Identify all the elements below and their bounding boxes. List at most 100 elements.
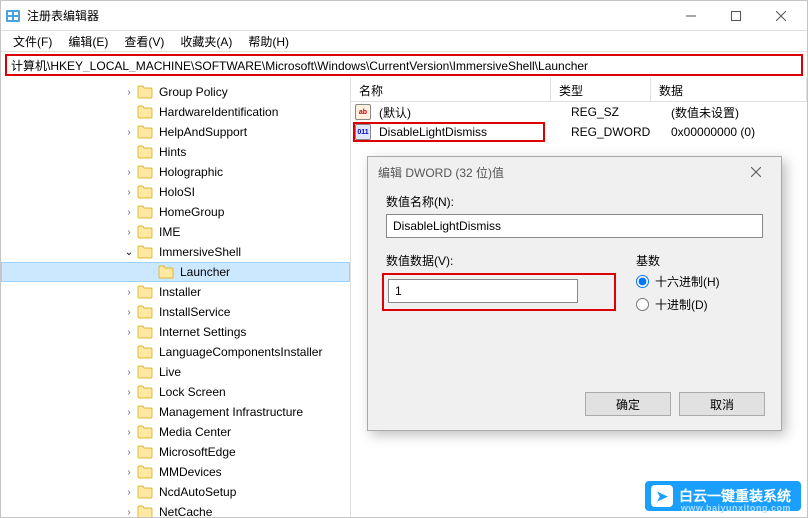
expander-icon (121, 344, 137, 360)
tree-label: NcdAutoSetup (157, 485, 238, 499)
col-header-data[interactable]: 数据 (651, 78, 807, 101)
tree-item-live[interactable]: › Live (1, 362, 350, 382)
tree-item-ncdautosetup[interactable]: › NcdAutoSetup (1, 482, 350, 502)
expander-icon[interactable]: › (121, 204, 137, 220)
expander-icon[interactable]: › (121, 304, 137, 320)
expander-icon[interactable]: ⌄ (121, 244, 137, 260)
address-bar[interactable] (5, 54, 803, 76)
expander-icon[interactable]: › (121, 384, 137, 400)
tree-item-microsoftedge[interactable]: ›MicrosoftEdge (1, 442, 350, 462)
expander-icon (121, 144, 137, 160)
minimize-button[interactable] (668, 1, 713, 30)
cell-name: (默认) (375, 104, 567, 121)
tree-item-holosi[interactable]: › HoloSI (1, 182, 350, 202)
tree-item-holographic[interactable]: › Holographic (1, 162, 350, 182)
expander-icon[interactable]: › (121, 224, 137, 240)
menu-view[interactable]: 查看(V) (116, 31, 172, 52)
data-label: 数值数据(V): (386, 252, 616, 269)
expander-icon[interactable]: › (121, 504, 137, 517)
maximize-button[interactable] (713, 1, 758, 30)
folder-icon (137, 85, 153, 99)
folder-icon (137, 485, 153, 499)
menu-help[interactable]: 帮助(H) (240, 31, 297, 52)
tree-label: ImmersiveShell (157, 245, 243, 259)
tree-label: IME (157, 225, 182, 239)
window-controls (668, 1, 803, 30)
list-body: ab(默认)REG_SZ(数值未设置)011DisableLightDismis… (351, 102, 807, 142)
tree-label: Group Policy (157, 85, 230, 99)
tree-item-lock-screen[interactable]: ›Lock Screen (1, 382, 350, 402)
tree-item-immersiveshell[interactable]: ⌄ ImmersiveShell (1, 242, 350, 262)
tree-label: HelpAndSupport (157, 125, 249, 139)
window-title: 注册表编辑器 (27, 7, 668, 24)
folder-icon (137, 445, 153, 459)
folder-icon (137, 125, 153, 139)
expander-icon[interactable]: › (121, 124, 137, 140)
list-header: 名称 类型 数据 (351, 78, 807, 102)
expander-icon[interactable]: › (121, 404, 137, 420)
expander-icon[interactable]: › (121, 164, 137, 180)
expander-icon[interactable]: › (121, 464, 137, 480)
folder-icon (137, 425, 153, 439)
expander-icon[interactable]: › (121, 364, 137, 380)
cell-type: REG_SZ (567, 105, 667, 119)
folder-icon (137, 225, 153, 239)
expander-icon[interactable]: › (121, 84, 137, 100)
col-header-name[interactable]: 名称 (351, 78, 551, 101)
tree-item-ime[interactable]: › IME (1, 222, 350, 242)
menu-favorites[interactable]: 收藏夹(A) (172, 31, 240, 52)
cancel-button[interactable]: 取消 (679, 392, 765, 416)
radio-dec[interactable]: 十进制(D) (636, 296, 763, 313)
value-row[interactable]: ab(默认)REG_SZ(数值未设置) (351, 102, 807, 122)
radio-hex-input[interactable] (636, 275, 649, 288)
expander-icon[interactable]: › (121, 444, 137, 460)
expander-icon[interactable]: › (121, 424, 137, 440)
folder-icon (137, 285, 153, 299)
regedit-icon (5, 8, 21, 24)
close-button[interactable] (758, 1, 803, 30)
expander-icon[interactable]: › (121, 484, 137, 500)
tree-item-homegroup[interactable]: ›HomeGroup (1, 202, 350, 222)
expander-icon (121, 104, 137, 120)
tree-label: Holographic (157, 165, 225, 179)
ok-button[interactable]: 确定 (585, 392, 671, 416)
tree-item-launcher[interactable]: Launcher (1, 262, 350, 282)
tree-item-mmdevices[interactable]: ›MMDevices (1, 462, 350, 482)
tree-item-internet-settings[interactable]: › Internet Settings (1, 322, 350, 342)
expander-icon[interactable]: › (121, 324, 137, 340)
tree-item-management-infrastructure[interactable]: ›Management Infrastructure (1, 402, 350, 422)
dialog-title-bar[interactable]: 编辑 DWORD (32 位)值 (368, 157, 781, 187)
tree-item-media-center[interactable]: ›Media Center (1, 422, 350, 442)
menu-edit[interactable]: 编辑(E) (60, 31, 116, 52)
name-field[interactable] (386, 214, 763, 238)
dword-value-icon: 011 (355, 124, 371, 140)
tree-item-hints[interactable]: Hints (1, 142, 350, 162)
folder-icon (137, 365, 153, 379)
tree-label: HoloSI (157, 185, 197, 199)
tree-item-hardwareidentification[interactable]: HardwareIdentification (1, 102, 350, 122)
tree-label: Internet Settings (157, 325, 248, 339)
string-value-icon: ab (355, 104, 371, 120)
tree-label: Live (157, 365, 183, 379)
folder-icon (137, 465, 153, 479)
dialog-close-button[interactable] (741, 159, 771, 185)
radio-dec-input[interactable] (636, 298, 649, 311)
tree-item-netcache[interactable]: ›NetCache (1, 502, 350, 517)
tree-item-installer[interactable]: ›Installer (1, 282, 350, 302)
col-header-type[interactable]: 类型 (551, 78, 651, 101)
radio-hex[interactable]: 十六进制(H) (636, 273, 763, 290)
value-row[interactable]: 011DisableLightDismissREG_DWORD0x0000000… (351, 122, 807, 142)
tree-pane[interactable]: › Group Policy HardwareIdentification › Help… (1, 78, 351, 517)
expander-icon[interactable]: › (121, 184, 137, 200)
tree-item-helpandsupport[interactable]: › HelpAndSupport (1, 122, 350, 142)
address-input[interactable] (11, 58, 797, 72)
menu-bar: 文件(F) 编辑(E) 查看(V) 收藏夹(A) 帮助(H) (1, 31, 807, 52)
tree-item-installservice[interactable]: ›InstallService (1, 302, 350, 322)
tree-item-languagecomponentsinstaller[interactable]: LanguageComponentsInstaller (1, 342, 350, 362)
data-field[interactable] (388, 279, 578, 303)
tree-item-group-policy[interactable]: › Group Policy (1, 82, 350, 102)
expander-icon[interactable]: › (121, 284, 137, 300)
folder-icon (137, 385, 153, 399)
menu-file[interactable]: 文件(F) (5, 31, 60, 52)
folder-icon (137, 325, 153, 339)
